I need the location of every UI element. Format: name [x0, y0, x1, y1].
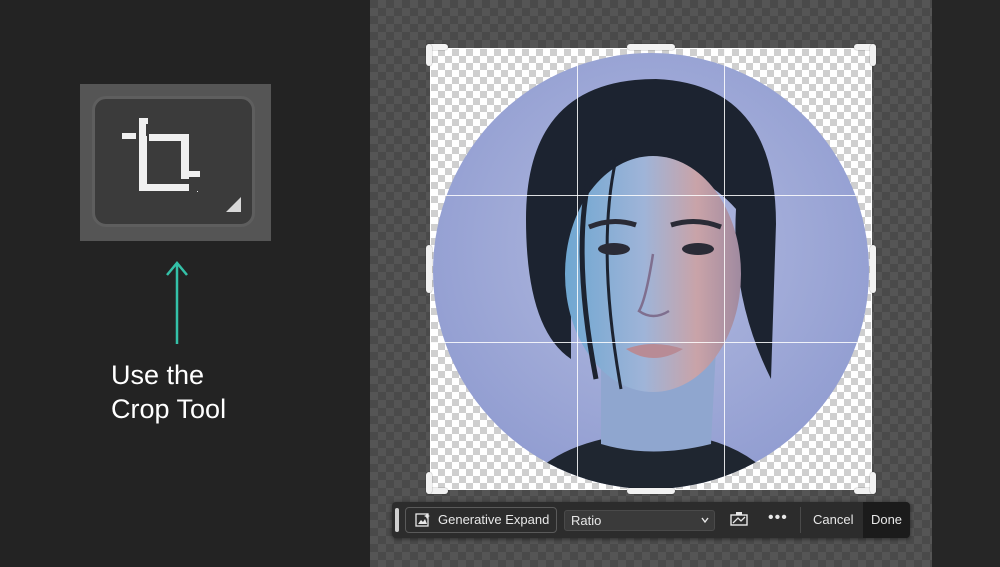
crop-handle-bottom[interactable]: [627, 488, 675, 494]
cancel-button[interactable]: Cancel: [813, 502, 853, 538]
portrait-image: [433, 53, 869, 489]
grid-horizontal-2: [431, 342, 871, 343]
chevron-down-icon: [701, 517, 709, 524]
crop-handle-right[interactable]: [870, 245, 876, 293]
caption-line-2: Crop Tool: [111, 394, 227, 424]
straighten-icon[interactable]: [730, 512, 748, 526]
right-panel-edge: [932, 0, 1000, 567]
crop-handle-bottom-right[interactable]: [870, 472, 876, 494]
annotation-caption: Use the Crop Tool: [111, 358, 226, 426]
ratio-select[interactable]: Ratio: [564, 510, 715, 531]
crop-box[interactable]: [430, 48, 872, 490]
crop-handle-top[interactable]: [627, 44, 675, 50]
caption-line-1: Use the: [111, 360, 205, 390]
grid-vertical-1: [577, 49, 578, 489]
crop-icon: [122, 118, 241, 212]
crop-options-bar: Generative Expand Ratio ••• Cancel Done: [392, 502, 910, 538]
grid-vertical-2: [724, 49, 725, 489]
up-arrow-icon: [166, 261, 188, 344]
crop-handle-top-right[interactable]: [870, 44, 876, 66]
more-options-button[interactable]: •••: [768, 509, 788, 527]
crop-handle-left[interactable]: [426, 245, 432, 293]
crop-handle-top-left[interactable]: [426, 44, 432, 66]
done-button[interactable]: Done: [863, 502, 910, 538]
crop-handle-bottom-left[interactable]: [426, 472, 432, 494]
generative-expand-label: Generative Expand: [438, 512, 550, 527]
crop-tool-tile: [80, 84, 271, 241]
crop-tool-button[interactable]: [92, 96, 255, 227]
generative-expand-icon: [415, 513, 430, 527]
divider: [800, 507, 801, 533]
drag-handle[interactable]: [395, 508, 399, 532]
generative-expand-button[interactable]: Generative Expand: [405, 507, 557, 533]
grid-horizontal-1: [431, 195, 871, 196]
ratio-value: Ratio: [571, 513, 602, 528]
